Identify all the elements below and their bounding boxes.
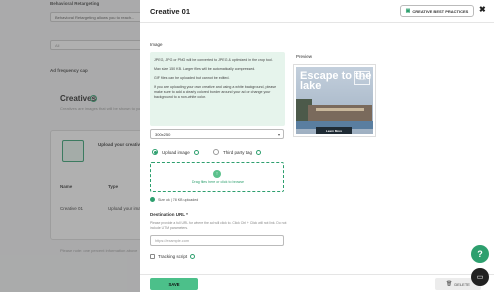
ad-house [308, 105, 372, 121]
chevron-down-icon: ▾ [277, 132, 280, 137]
ad-image: Escape to the lake Resort Park Resort Le… [296, 67, 373, 134]
modal-overlay[interactable] [0, 0, 140, 292]
upload-dropzone[interactable]: ↑ Drag files here or click to browse [150, 162, 284, 192]
save-button[interactable]: SAVE [150, 278, 198, 290]
help-fab-icon[interactable]: ? [471, 245, 489, 263]
panel-title: Creative 01 [150, 7, 191, 16]
creative-panel: Creative 01 ▣ CREATIVE BEST PRACTICES ✖ … [140, 0, 494, 292]
image-info-box: JPEG, JPG or PNG will be converted to JP… [150, 52, 285, 126]
destination-url-input[interactable]: https://example.com [150, 235, 284, 246]
header-divider [140, 22, 494, 23]
info-line: GIF files can be uploaded but cannot be … [154, 76, 230, 80]
help-icon[interactable] [256, 149, 262, 155]
ad-logo: Resort Park Resort [354, 71, 370, 85]
radio-selected-icon[interactable] [152, 149, 158, 155]
third-party-radio[interactable]: Third party tag [213, 149, 262, 155]
third-party-label: Third party tag [223, 149, 253, 155]
best-practices-label: CREATIVE BEST PRACTICES [412, 8, 469, 14]
help-icon[interactable] [190, 254, 196, 259]
close-icon[interactable]: ✖ [479, 5, 486, 14]
upload-image-label: Upload image [162, 149, 190, 155]
info-line: If you are uploading your own creative a… [154, 85, 277, 99]
preview-label: Preview [296, 54, 313, 59]
info-icon: ▣ [405, 8, 411, 14]
radio-unselected-icon[interactable] [213, 149, 219, 155]
chat-icon[interactable]: ▭ [471, 268, 489, 286]
destination-label: Destination URL * [150, 212, 188, 217]
footer-divider [140, 274, 494, 275]
tracking-checkbox[interactable] [150, 254, 155, 259]
info-line: Max size 150 KB. Larger files will be au… [154, 67, 256, 71]
check-icon [150, 197, 155, 202]
ad-cta: Learn More [316, 127, 352, 134]
upload-image-radio[interactable]: Upload image [152, 149, 199, 155]
destination-help: Please provide a full URL for where the … [150, 221, 287, 230]
trash-icon: 🗑 [446, 281, 453, 287]
size-value: 300x250 [155, 132, 171, 137]
help-icon[interactable] [193, 149, 199, 155]
best-practices-button[interactable]: ▣ CREATIVE BEST PRACTICES [400, 5, 474, 17]
upload-icon: ↑ [213, 170, 221, 178]
upload-status: Size ok | 78 KB uploaded [150, 197, 198, 202]
image-label: Image [150, 42, 163, 47]
delete-label: DELETE [454, 281, 470, 287]
tracking-script-toggle[interactable]: Tracking script [150, 254, 196, 259]
size-select[interactable]: 300x250 ▾ [150, 129, 284, 139]
tracking-label: Tracking script [158, 254, 188, 259]
info-line: JPEG, JPG or PNG will be converted to JP… [154, 58, 273, 62]
ad-preview: Escape to the lake Resort Park Resort Le… [293, 64, 376, 137]
dropzone-text: Drag files here or click to browse [191, 180, 245, 184]
upload-status-text: Size ok | 78 KB uploaded [158, 197, 199, 202]
ad-logo-text: Resort Park Resort [355, 75, 369, 81]
